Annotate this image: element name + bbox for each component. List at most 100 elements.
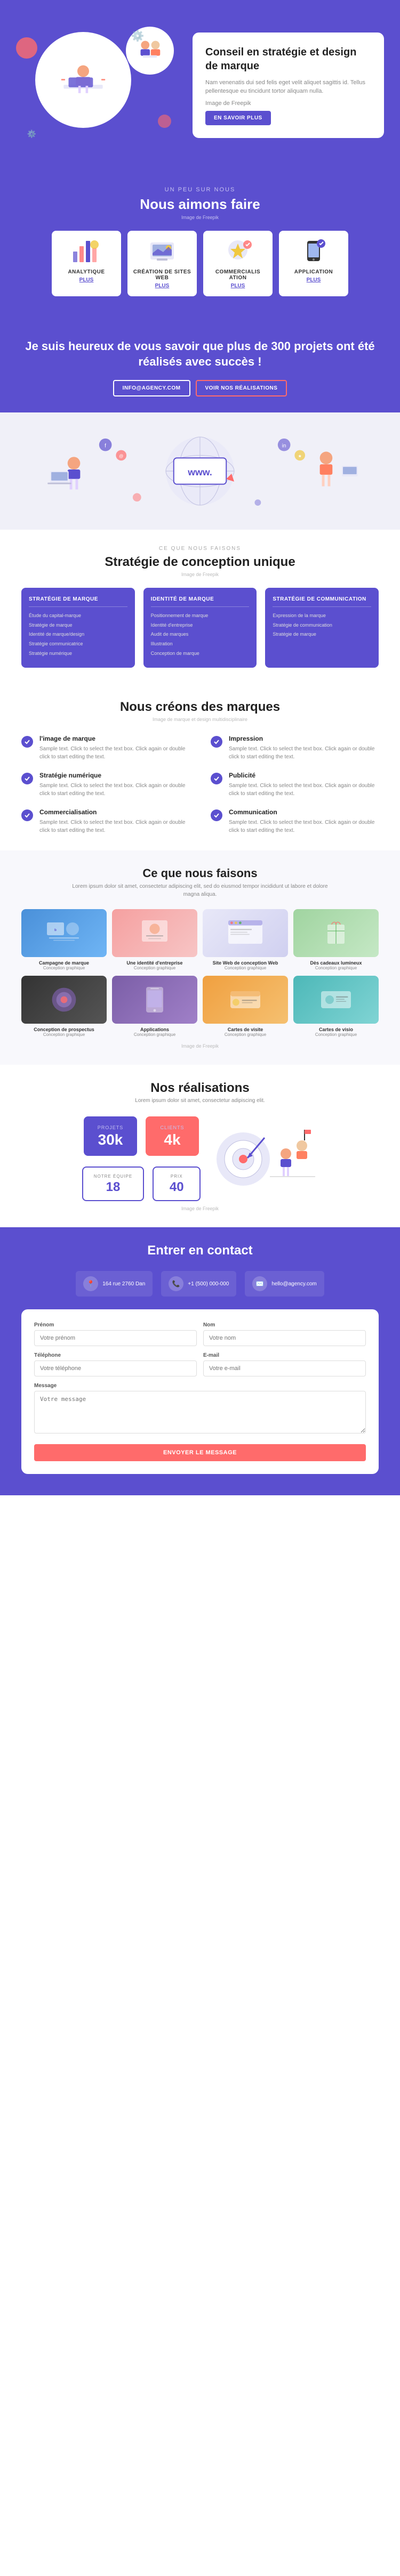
checkmark-svg-1 (213, 739, 220, 745)
stats-top-row: PROJETS 30k CLIENTS 4k (82, 1116, 201, 1156)
realisations-section: Nos réalisations Lorem ipsum dolor sit a… (0, 1065, 400, 1227)
gallery-sublabel-4: Conception graphique (21, 1032, 107, 1037)
contact-email: ✉️ hello@agency.com (245, 1271, 324, 1297)
www-section: www. f @ in (0, 412, 400, 530)
phone-label: Téléphone (34, 1352, 197, 1358)
creons-item-1: Impression Sample text. Click to select … (211, 735, 379, 761)
contact-address-text: 164 rue 2760 Dan (102, 1281, 145, 1287)
gallery-cadeaux-svg (315, 916, 357, 950)
creons-item-title-5: Communication (229, 808, 379, 816)
sc-item-3-0: Expression de la marque (273, 612, 371, 619)
realisations-title: Nos réalisations (21, 1081, 379, 1096)
hero-cta-button[interactable]: EN SAVOIR PLUS (205, 111, 271, 125)
gallery-img-0: b (21, 909, 107, 957)
strategie-card-title-2: IDENTITÉ DE MARQUE (151, 596, 250, 607)
heureux-buttons: info@agency.com VOIR NOS RÉALISATIONS (21, 380, 379, 396)
gallery-item-7[interactable]: Cartes de visio Conception graphique (293, 976, 379, 1037)
service-cards-row: ANALYTIQUE PLUS CRÉATION DE SITES WEB PL… (21, 231, 379, 296)
sc-item-1-4: Stratégie numérique (29, 650, 127, 657)
phone-icon: 📞 (169, 1276, 183, 1291)
gallery-item-6[interactable]: Cartes de visite Conception graphique (203, 976, 288, 1037)
decoration-circle-2 (158, 115, 171, 128)
contact-phone: 📞 +1 (500) 000-000 (161, 1271, 236, 1297)
card-title-2: CRÉATION DE SITES WEB (133, 269, 191, 281)
gallery-item-5[interactable]: Applications Conception graphique (112, 976, 197, 1037)
firstname-input[interactable] (34, 1330, 197, 1346)
contact-section: Entrer en contact 📍 164 rue 2760 Dan 📞 +… (0, 1227, 400, 1495)
check-icon-2 (21, 773, 33, 784)
gallery-title: Ce que nous faisons (21, 866, 379, 880)
svg-text:f: f (105, 443, 106, 449)
sc-item-1-0: Étude du capital-marque (29, 612, 127, 619)
gallery-section: Ce que nous faisons Lorem ipsum dolor si… (0, 850, 400, 1065)
gallery-sublabel-5: Conception graphique (112, 1032, 197, 1037)
svg-text:in: in (282, 443, 286, 449)
gallery-img-3 (293, 909, 379, 957)
www-svg: www. f @ in (21, 428, 379, 514)
submit-button[interactable]: ENVOYER LE MESSAGE (34, 1444, 366, 1461)
phone-input[interactable] (34, 1360, 197, 1376)
gallery-img-4 (21, 976, 107, 1024)
gallery-img-1 (112, 909, 197, 957)
strategie-card-3: STRATÉGIE DE COMMUNICATION Expression de… (265, 588, 379, 668)
card-plus-2[interactable]: PLUS (133, 283, 191, 289)
creons-item-title-4: Commercialisation (39, 808, 189, 816)
gallery-item-0[interactable]: b Campagne de marque Conception graphiqu… (21, 909, 107, 970)
stat-projets-value: 30k (94, 1132, 126, 1147)
card-title-4: APPLICATION (284, 269, 343, 275)
gallery-sublabel-6: Conception graphique (203, 1032, 288, 1037)
gallery-applications-svg (133, 983, 176, 1017)
gallery-item-4[interactable]: Conception de prospectus Conception grap… (21, 976, 107, 1037)
gallery-label-7: Cartes de visio (293, 1027, 379, 1032)
svg-text:b: b (54, 928, 57, 932)
creation-icon (146, 238, 178, 265)
hero-circle-large (35, 32, 131, 128)
application-icon (298, 238, 330, 265)
creons-item-text-5: Sample text. Click to select the text bo… (229, 819, 379, 835)
form-group-message: Message (34, 1383, 366, 1433)
card-plus-3[interactable]: PLUS (209, 283, 267, 289)
stat-prix-value: 40 (164, 1181, 189, 1194)
sc-item-1-1: Stratégie de marque (29, 622, 127, 629)
heureux-contact-btn[interactable]: info@agency.com (113, 380, 190, 396)
check-icon-3 (211, 773, 222, 784)
creons-item-4: Commercialisation Sample text. Click to … (21, 808, 189, 835)
creons-content-0: l'image de marque Sample text. Click to … (39, 735, 189, 761)
card-plus-4[interactable]: PLUS (284, 277, 343, 283)
gallery-item-3[interactable]: Dès cadeaux lumineux Conception graphiqu… (293, 909, 379, 970)
creons-grid: l'image de marque Sample text. Click to … (21, 735, 379, 835)
gallery-sublabel-7: Conception graphique (293, 1032, 379, 1037)
stat-equipe-value: 18 (94, 1181, 132, 1194)
contact-info-row: 📍 164 rue 2760 Dan 📞 +1 (500) 000-000 ✉️… (21, 1271, 379, 1297)
card-plus-1[interactable]: PLUS (57, 277, 116, 283)
creons-content-1: Impression Sample text. Click to select … (229, 735, 379, 761)
stat-equipe: NOTRE ÉQUIPE 18 (82, 1167, 144, 1201)
sc-item-1-3: Stratégie communicatrice (29, 641, 127, 647)
contact-title: Entrer en contact (21, 1243, 379, 1258)
message-textarea[interactable] (34, 1391, 366, 1433)
realisations-svg (211, 1116, 318, 1202)
gallery-cartes-visio-svg (315, 983, 357, 1017)
heureux-realisations-btn[interactable]: VOIR NOS RÉALISATIONS (196, 380, 287, 396)
nous-section: UN PEU SUR NOUS Nous aimons faire Image … (0, 171, 400, 328)
strategie-img-credit: Image de Freepik (21, 572, 379, 577)
strategie-title: Stratégie de conception unique (21, 555, 379, 570)
sc-item-2-4: Conception de marque (151, 650, 250, 657)
analytique-icon (70, 238, 102, 265)
gallery-label-2: Site Web de conception Web (203, 960, 288, 966)
stat-prix-label: PRIX (164, 1174, 189, 1179)
creons-item-text-4: Sample text. Click to select the text bo… (39, 819, 189, 835)
gallery-item-2[interactable]: Site Web de conception Web Conception gr… (203, 909, 288, 970)
strategie-card-2: IDENTITÉ DE MARQUE Positionnement de mar… (143, 588, 257, 668)
stat-clients-label: CLIENTS (156, 1125, 188, 1130)
hero-description: Nam venenatis dui sed felis eget velit a… (205, 78, 371, 96)
creons-item-title-1: Impression (229, 735, 379, 742)
gallery-item-1[interactable]: Une identité d'entreprise Conception gra… (112, 909, 197, 970)
stat-projets-label: PROJETS (94, 1125, 126, 1130)
gallery-label-3: Dès cadeaux lumineux (293, 960, 379, 966)
contact-phone-text: +1 (500) 000-000 (188, 1281, 229, 1287)
sc-item-3-1: Stratégie de communication (273, 622, 371, 629)
lastname-input[interactable] (203, 1330, 366, 1346)
check-icon-0 (21, 736, 33, 748)
email-input[interactable] (203, 1360, 366, 1376)
